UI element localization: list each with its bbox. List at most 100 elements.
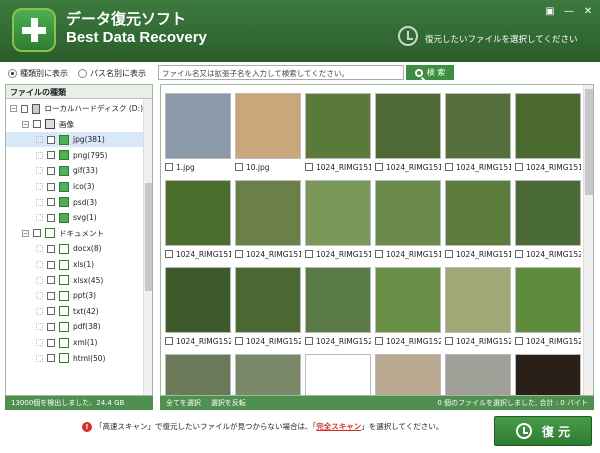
file-tile[interactable] [235,354,301,395]
grid-scroll-thumb[interactable] [585,89,593,195]
tree-item-drive[interactable]: − ローカルハードディスク (D:) [6,101,143,116]
file-thumbnail[interactable] [375,180,441,246]
tree-checkbox[interactable] [47,244,55,253]
file-tile[interactable]: 1024_RIMG1521 [305,267,371,349]
tree-item-ext[interactable]: xls(1) [6,257,143,272]
expand-toggle-icon[interactable] [36,136,43,144]
file-checkbox[interactable] [445,163,453,171]
expand-toggle-icon[interactable] [36,183,43,190]
tree-checkbox[interactable] [47,291,55,300]
tree-item-ext[interactable]: xml(1) [6,335,143,350]
file-tile[interactable]: 1024_RIMG1511 [515,93,581,175]
tree-checkbox[interactable] [33,120,41,129]
tree-item-ext[interactable]: svg(1) [6,210,143,225]
file-checkbox[interactable] [305,337,313,345]
expand-toggle-icon[interactable]: − [22,120,29,128]
file-tile[interactable]: 1024_RIMG1521 [375,267,441,349]
file-thumbnail[interactable] [445,180,511,246]
expand-toggle-icon[interactable] [36,307,43,315]
file-thumbnail[interactable] [165,180,231,246]
feedback-icon[interactable]: ▣ [544,6,556,18]
file-tile[interactable]: 1024_RIMG1511 [445,180,511,262]
tree-scrollbar[interactable] [143,99,152,395]
file-thumbnail[interactable] [165,354,231,395]
minimize-button[interactable]: — [563,6,575,18]
expand-toggle-icon[interactable] [36,167,43,175]
tree-item-ext[interactable]: ico(3) [6,179,143,194]
tree-item-ext[interactable]: gif(33) [6,163,143,178]
file-checkbox[interactable] [515,163,523,171]
expand-toggle-icon[interactable]: − [22,229,29,237]
grid-scrollbar[interactable] [583,85,593,395]
file-tile[interactable]: 1024_RIMG1511 [235,180,301,262]
file-checkbox[interactable] [305,250,313,258]
expand-toggle-icon[interactable] [36,323,43,331]
tree-item-ext[interactable]: txt(42) [6,304,143,319]
file-tile[interactable]: 1024_RIMG1511 [305,93,371,175]
file-thumbnail[interactable] [375,267,441,333]
file-thumbnail[interactable] [235,267,301,333]
file-thumbnail[interactable] [445,354,511,395]
expand-toggle-icon[interactable] [36,339,43,346]
file-checkbox[interactable] [235,163,243,171]
expand-toggle-icon[interactable] [36,245,43,253]
tree-item-ext[interactable]: pdf(38) [6,319,143,334]
file-tile[interactable]: 1024_RIMG1511 [165,180,231,262]
file-tile[interactable]: 1.jpg [165,93,231,175]
file-checkbox[interactable] [515,337,523,345]
file-thumbnail[interactable] [305,180,371,246]
file-thumbnail[interactable] [305,93,371,159]
search-input[interactable]: ファイル名又は拡張子名を入力して検索してください。 [158,65,404,80]
close-button[interactable]: ✕ [582,6,594,18]
file-checkbox[interactable] [445,250,453,258]
file-thumbnail[interactable] [445,267,511,333]
tree-checkbox[interactable] [47,354,55,363]
file-checkbox[interactable] [515,250,523,258]
tree-checkbox[interactable] [47,182,55,191]
file-tile[interactable] [165,354,231,395]
tree-checkbox[interactable] [47,213,55,222]
file-thumbnail[interactable] [515,354,581,395]
file-tile[interactable]: 1024_RIMG1521 [235,267,301,349]
file-thumbnail[interactable] [305,354,371,395]
file-checkbox[interactable] [165,250,173,258]
view-by-path-option[interactable]: パス名別に表示 [78,68,146,79]
file-checkbox[interactable] [165,337,173,345]
tree-checkbox[interactable] [47,198,55,207]
file-tile[interactable]: 1024_RIMG1511 [375,93,441,175]
expand-toggle-icon[interactable]: − [10,105,17,112]
file-tile[interactable]: 1024_RIMG1521 [165,267,231,349]
file-thumbnail[interactable] [235,354,301,395]
file-checkbox[interactable] [235,250,243,258]
file-checkbox[interactable] [165,163,173,171]
tree-item-ext[interactable]: ppt(3) [6,288,143,303]
file-checkbox[interactable] [235,337,243,345]
file-tile[interactable] [445,354,511,395]
tree-item-ext[interactable]: jpg(381) [6,132,143,148]
file-checkbox[interactable] [305,163,313,171]
file-thumbnail[interactable] [305,267,371,333]
file-thumbnail[interactable] [165,93,231,159]
radio-by-type[interactable] [8,69,17,78]
file-thumbnail[interactable] [235,180,301,246]
expand-toggle-icon[interactable] [36,214,43,222]
file-tile[interactable]: 10.jpg [235,93,301,175]
file-checkbox[interactable] [375,163,383,171]
full-scan-link[interactable]: 完全スキャン [316,421,361,432]
file-tile[interactable]: 1024_RIMG1521 [515,267,581,349]
file-tile[interactable] [305,354,371,395]
file-thumbnail[interactable] [375,93,441,159]
select-all-link[interactable]: 全てを選択 [166,398,201,408]
expand-toggle-icon[interactable] [36,151,43,159]
file-tile[interactable]: 1024_RIMG1511 [305,180,371,262]
file-thumbnail[interactable] [235,93,301,159]
tree-checkbox[interactable] [33,229,41,238]
tree-group-0[interactable]: − 画像 [6,117,143,132]
file-thumbnail[interactable] [515,267,581,333]
tree-checkbox[interactable] [47,276,55,285]
tree-checkbox[interactable] [47,307,55,316]
tree-checkbox[interactable] [47,338,55,347]
recover-button[interactable]: 復 元 [494,416,592,446]
tree-checkbox[interactable] [21,104,28,113]
tree-checkbox[interactable] [47,166,55,175]
